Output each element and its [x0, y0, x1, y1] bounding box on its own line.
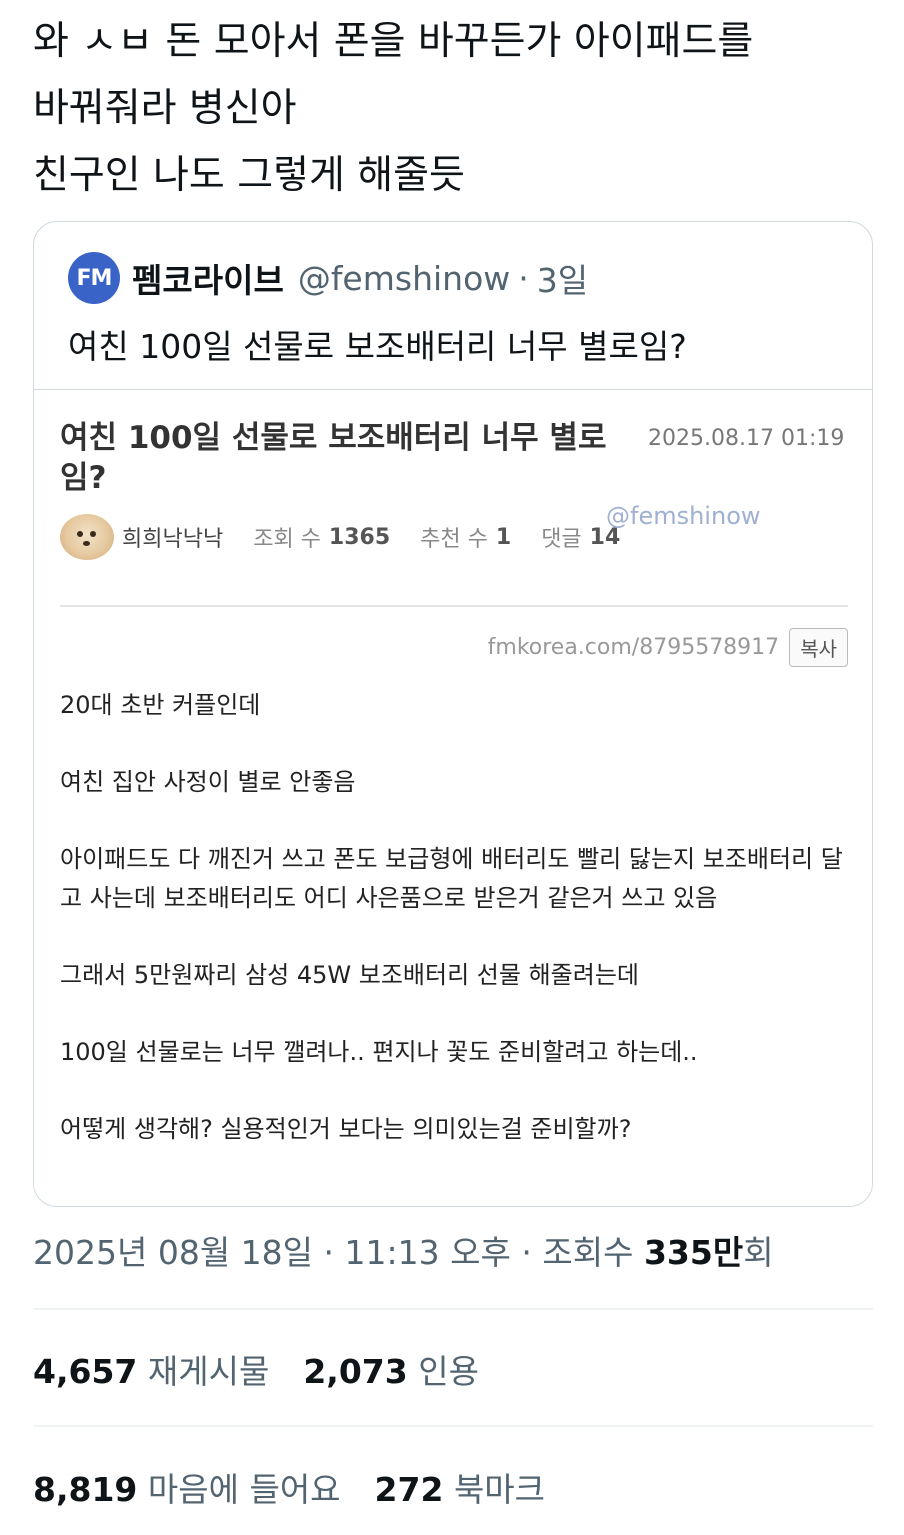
tweet-line-3: 친구인 나도 그렇게 해줄듯	[33, 153, 465, 198]
engagement-row-2: 8,819 마음에 들어요 272 북마크	[33, 1463, 545, 1511]
post-body: 20대 초반 커플인데 여친 집안 사정이 별로 안좋음 아이패드도 다 깨진거…	[60, 686, 850, 1187]
bookmarks-link[interactable]: 272 북마크	[375, 1470, 545, 1509]
post-meta: 희희낙낙낙 조회 수 1365 추천 수 1 댓글 14	[60, 514, 650, 560]
views-label: 조회수	[542, 1233, 634, 1272]
fm-avatar[interactable]: FM	[68, 252, 120, 304]
post-author: 희희낙낙낙	[122, 527, 224, 552]
quoted-tweet-text: 여친 100일 선물로 보조배터리 너무 별로임?	[68, 327, 687, 366]
divider	[33, 1425, 873, 1427]
bookmarks-count: 272	[374, 1470, 444, 1509]
quotes-link[interactable]: 2,073 인용	[303, 1352, 479, 1391]
post-body-paragraph: 여친 집안 사정이 별로 안좋음	[60, 768, 356, 796]
post-url: fmkorea.com/8795578917	[487, 635, 780, 660]
post-body-paragraph: 그래서 5만원짜리 삼성 45W 보조배터리 선물 해줄려는데	[60, 961, 639, 989]
tweet-line-1: 와 ㅅㅂ 돈 모아서 폰을 바꾸든가 아이패드를	[33, 19, 754, 64]
quoted-author-name[interactable]: 펨코라이브	[132, 254, 284, 302]
recommend-label: 추천 수	[420, 527, 488, 552]
retweets-link[interactable]: 4,657 재게시물	[33, 1352, 269, 1391]
quotes-count: 2,073	[303, 1352, 408, 1391]
separator-dot: ·	[518, 258, 529, 298]
views-count: 1365	[328, 524, 391, 550]
separator-dot: ·	[323, 1233, 335, 1272]
bookmarks-label: 북마크	[453, 1470, 546, 1509]
copy-button: 복사	[789, 628, 848, 667]
tweet-time[interactable]: 11:13 오후	[345, 1233, 511, 1272]
views-label: 조회 수	[253, 527, 321, 552]
views-count: 335만	[643, 1233, 744, 1272]
post-title: 여친 100일 선물로 보조배터리 너무 별로임?	[60, 420, 607, 496]
watermark: @femshinow	[606, 502, 761, 530]
retweets-count: 4,657	[33, 1352, 138, 1391]
quoted-time[interactable]: 3일	[537, 254, 588, 302]
retweets-label: 재게시물	[147, 1352, 270, 1391]
author-avatar	[60, 514, 114, 560]
quoted-author-handle[interactable]: @femshinow	[298, 259, 510, 298]
tweet-date[interactable]: 2025년 08월 18일	[33, 1233, 313, 1272]
post-divider	[60, 605, 848, 607]
views-suffix: 회	[743, 1233, 774, 1272]
post-body-paragraph: 아이패드도 다 깨진거 쓰고 폰도 보급형에 배터리도 빨리 닳는지 보조배터리…	[60, 845, 843, 912]
separator-dot: ·	[521, 1233, 532, 1272]
divider	[33, 1308, 873, 1310]
tweet-timestamp: 2025년 08월 18일 · 11:13 오후 · 조회수 335만회	[33, 1226, 774, 1274]
quotes-label: 인용	[418, 1352, 479, 1391]
comments-label: 댓글	[541, 527, 582, 552]
post-body-paragraph: 100일 선물로는 너무 깰려나.. 편지나 꽃도 준비할려고 하는데..	[60, 1038, 698, 1066]
post-body-paragraph: 20대 초반 커플인데	[60, 691, 261, 719]
post-date: 2025.08.17 01:19	[648, 426, 845, 451]
attached-screenshot[interactable]: 여친 100일 선물로 보조배터리 너무 별로임? 2025.08.17 01:…	[34, 389, 872, 1206]
quoted-tweet-card[interactable]: FM 펨코라이브 @femshinow · 3일 여친 100일 선물로 보조배…	[33, 221, 873, 1207]
likes-label: 마음에 들어요	[147, 1470, 341, 1509]
post-body-paragraph: 어떻게 생각해? 실용적인거 보다는 의미있는걸 준비할까?	[60, 1115, 632, 1143]
engagement-row-1: 4,657 재게시물 2,073 인용	[33, 1345, 479, 1393]
tweet-text: 와 ㅅㅂ 돈 모아서 폰을 바꾸든가 아이패드를 바꿔줘라 병신아 친구인 나도…	[33, 8, 873, 209]
likes-count: 8,819	[33, 1470, 138, 1509]
post-url-row: fmkorea.com/8795578917 복사	[488, 628, 848, 667]
tweet-line-2: 바꿔줘라 병신아	[33, 86, 297, 131]
likes-link[interactable]: 8,819 마음에 들어요	[33, 1470, 341, 1509]
recommend-count: 1	[495, 524, 512, 550]
quoted-tweet-header: FM 펨코라이브 @femshinow · 3일	[68, 252, 588, 304]
